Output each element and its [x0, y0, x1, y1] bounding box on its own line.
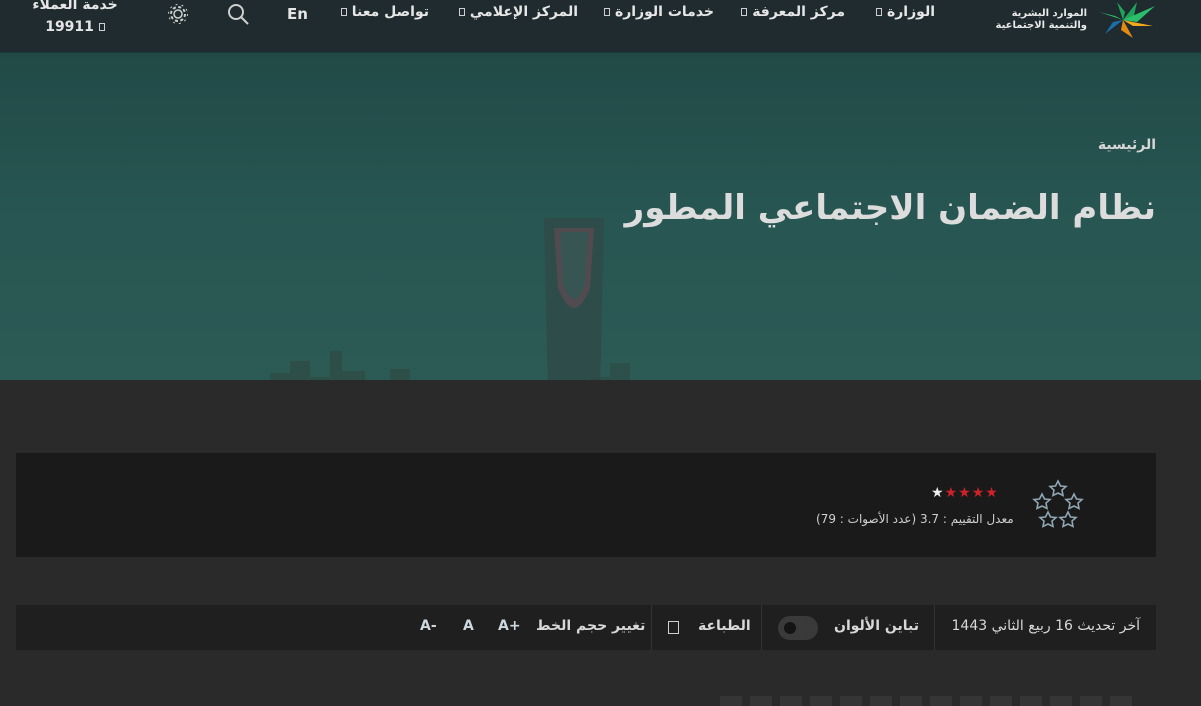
- rating-summary: معدل التقييم : 3.7 (عدد الأصوات : 79): [816, 512, 1014, 526]
- rating-stars-icon: [1032, 479, 1084, 528]
- logo-text: الموارد البشرية والتنمية الاجتماعية: [996, 8, 1088, 32]
- nav-item-media-center[interactable]: المركز الإعلامي: [458, 4, 578, 20]
- customer-service-number: 19911: [45, 19, 94, 35]
- print-icon[interactable]: [668, 621, 679, 634]
- divider: [651, 605, 652, 650]
- star-icon[interactable]: ★: [972, 486, 985, 500]
- nav-item-contact[interactable]: تواصل معنا: [340, 4, 429, 20]
- star-icon[interactable]: ★: [958, 486, 971, 500]
- nav-label: تواصل معنا: [351, 4, 429, 20]
- city-skyline-image: [270, 351, 630, 380]
- divider: [934, 605, 935, 650]
- font-normal-button[interactable]: A: [463, 618, 474, 634]
- chevron-down-icon: [340, 8, 347, 16]
- page-title: نظام الضمان الاجتماعي المطور: [624, 188, 1156, 228]
- toggle-knob: [784, 622, 796, 634]
- divider: [761, 605, 762, 650]
- chevron-down-icon: [741, 8, 748, 16]
- chevron-down-icon: [458, 8, 465, 16]
- star-icon[interactable]: ★: [945, 486, 958, 500]
- chevron-down-icon: [603, 8, 610, 16]
- search-icon[interactable]: [226, 2, 250, 26]
- print-button[interactable]: الطباعة: [698, 618, 751, 634]
- nav-label: المركز الإعلامي: [469, 4, 578, 20]
- nav-label: خدمات الوزارة: [614, 4, 714, 20]
- customer-service-label: خدمة العملاء: [32, 0, 118, 13]
- font-decrease-button[interactable]: A-: [420, 618, 437, 634]
- font-size-label: تغيير حجم الخط: [536, 618, 646, 634]
- hero-banner: الرئيسية نظام الضمان الاجتماعي المطور: [0, 53, 1201, 380]
- breadcrumb[interactable]: الرئيسية: [1098, 137, 1156, 153]
- nav-item-ministry[interactable]: الوزارة: [875, 4, 935, 20]
- customer-service-number-row: 19911: [30, 16, 120, 38]
- star-icon[interactable]: ★: [931, 486, 944, 500]
- ministry-logo[interactable]: الموارد البشرية والتنمية الاجتماعية: [996, 0, 1158, 40]
- star-icon[interactable]: ★: [985, 486, 998, 500]
- nav-item-ministry-services[interactable]: خدمات الوزارة: [603, 4, 714, 20]
- page-tools-bar: آخر تحديث 16 ربيع الثاني 1443 تباين الأل…: [16, 605, 1156, 650]
- logo-line-2: والتنمية الاجتماعية: [995, 20, 1088, 31]
- language-switch[interactable]: En: [287, 5, 308, 23]
- last-update-text: آخر تحديث 16 ربيع الثاني 1443: [951, 618, 1140, 634]
- contrast-toggle[interactable]: [778, 616, 818, 640]
- gear-icon[interactable]: [166, 2, 190, 26]
- nav-label: الوزارة: [886, 4, 935, 20]
- font-increase-button[interactable]: A+: [498, 618, 521, 634]
- rating-panel: ★ ★ ★ ★ ★ معدل التقييم : 3.7 (عدد الأصوا…: [16, 453, 1156, 557]
- logo-emblem-icon: [1099, 2, 1155, 38]
- phone-icon: [98, 23, 105, 31]
- customer-service[interactable]: خدمة العملاء 19911: [30, 0, 120, 38]
- rating-stars[interactable]: ★ ★ ★ ★ ★: [931, 486, 998, 500]
- logo-line-1: الموارد البشرية: [1011, 8, 1087, 19]
- nav-item-knowledge-center[interactable]: مركز المعرفة: [741, 4, 845, 20]
- top-header: الموارد البشرية والتنمية الاجتماعية الوز…: [0, 0, 1201, 53]
- section-heading-cutoff: [720, 696, 1140, 706]
- contrast-label: تباين الألوان: [834, 618, 919, 634]
- nav-label: مركز المعرفة: [752, 4, 845, 20]
- chevron-down-icon: [875, 8, 882, 16]
